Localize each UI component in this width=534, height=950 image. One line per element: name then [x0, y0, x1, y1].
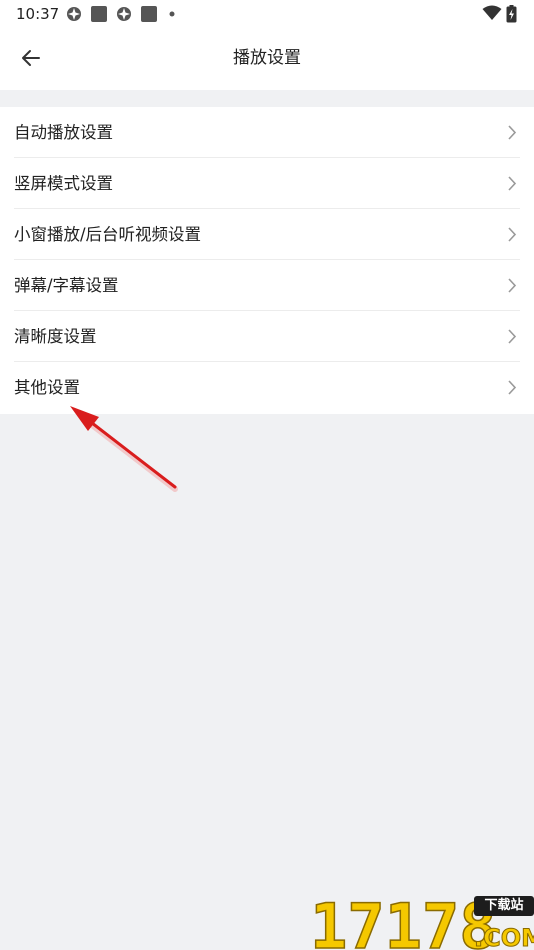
- watermark-badge: 下载站: [474, 896, 534, 916]
- settings-list: 自动播放设置 竖屏模式设置 小窗播放/后台听视频设置 弹幕/字幕设置 清晰度设置: [0, 107, 534, 414]
- settings-item-mini-window[interactable]: 小窗播放/后台听视频设置: [0, 209, 534, 260]
- settings-item-danmaku-subtitle[interactable]: 弹幕/字幕设置: [0, 260, 534, 311]
- settings-item-label: 清晰度设置: [14, 327, 97, 346]
- settings-item-label: 竖屏模式设置: [14, 174, 113, 193]
- settings-item-label: 小窗播放/后台听视频设置: [14, 225, 202, 244]
- settings-item-resolution[interactable]: 清晰度设置: [0, 311, 534, 362]
- settings-item-other[interactable]: 其他设置: [0, 362, 534, 413]
- settings-item-label: 其他设置: [14, 378, 80, 397]
- dot-icon: [169, 11, 175, 17]
- chevron-right-icon: [508, 125, 517, 140]
- chevron-right-icon: [508, 176, 517, 191]
- arrow-left-icon: [22, 50, 40, 66]
- battery-charging-icon: [506, 5, 517, 23]
- wifi-icon: [482, 5, 502, 20]
- settings-item-autoplay[interactable]: 自动播放设置: [0, 107, 534, 158]
- page-title: 播放设置: [233, 48, 301, 68]
- status-bar: 10:37: [0, 0, 534, 28]
- watermark-number: 17178: [310, 890, 497, 950]
- chevron-right-icon: [508, 380, 517, 395]
- chevron-right-icon: [508, 329, 517, 344]
- top-bar: 10:37 播放设置: [0, 0, 534, 90]
- settings-item-portrait-mode[interactable]: 竖屏模式设置: [0, 158, 534, 209]
- square-notification-icon: [141, 6, 157, 22]
- settings-item-label: 弹幕/字幕设置: [14, 276, 119, 295]
- back-button[interactable]: [14, 42, 48, 74]
- watermark-domain: .COM: [474, 924, 534, 950]
- app-bar: 播放设置: [0, 28, 534, 88]
- app-notification-icon: [67, 7, 81, 21]
- app-notification-icon: [117, 7, 131, 21]
- status-time: 10:37: [16, 5, 60, 23]
- chevron-right-icon: [508, 227, 517, 242]
- settings-item-label: 自动播放设置: [14, 123, 113, 142]
- chevron-right-icon: [508, 278, 517, 293]
- square-notification-icon: [91, 6, 107, 22]
- watermark-logo: 17178 .COM 下载站: [310, 890, 534, 950]
